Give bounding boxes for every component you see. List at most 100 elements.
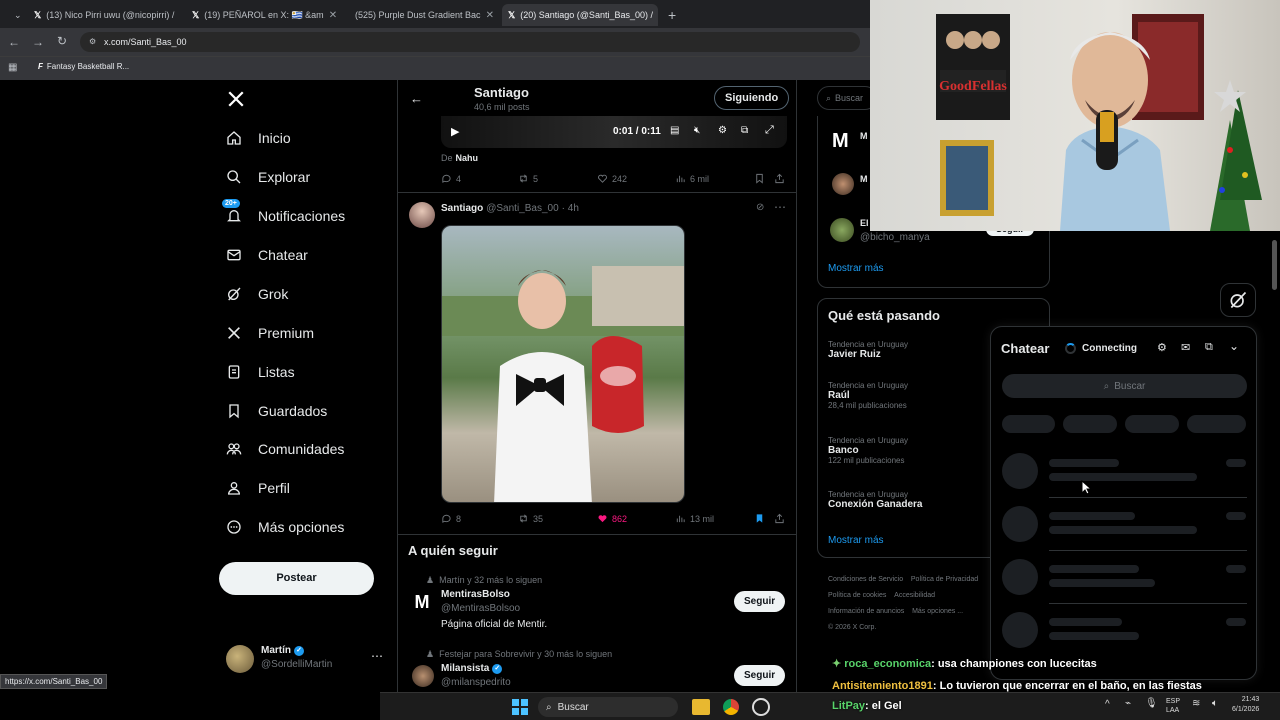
reply-button[interactable]: 8 xyxy=(441,513,461,524)
back-icon[interactable]: ← xyxy=(8,35,20,49)
apps-icon[interactable]: ▦ xyxy=(8,62,17,73)
scrollbar-thumb[interactable] xyxy=(1272,240,1277,290)
chevron-down-icon[interactable]: ⌄ xyxy=(1229,339,1239,353)
from-name[interactable]: Nahu xyxy=(456,153,479,163)
grok-button[interactable] xyxy=(1220,283,1256,317)
follow-button[interactable]: Seguir xyxy=(734,665,786,686)
avatar[interactable] xyxy=(412,665,434,687)
expand-icon[interactable]: ⧉ xyxy=(1205,341,1213,354)
nav-item-inicio[interactable]: Inicio xyxy=(226,130,291,146)
nav-item-listas[interactable]: Listas xyxy=(226,364,295,380)
browser-tab[interactable]: 𝕏(13) Nico Pirri uwu (@nicopirri) /✕ xyxy=(28,4,178,26)
new-tab-button[interactable]: + xyxy=(662,4,682,26)
nav-item-guardados[interactable]: Guardados xyxy=(226,403,327,419)
captions-icon[interactable]: ▤ xyxy=(670,125,679,136)
footer-link[interactable]: Información de anuncios xyxy=(828,608,904,615)
avatar[interactable] xyxy=(832,173,854,195)
chat-search-input[interactable]: ⌕ Buscar xyxy=(1002,374,1247,398)
mute-icon[interactable]: 🔇︎ xyxy=(694,125,700,136)
post-time[interactable]: · 4h xyxy=(562,203,579,214)
address-bar[interactable]: x.com/Santi_Bas_00 xyxy=(80,32,860,52)
trend-item[interactable]: Tendencia en Uruguay Raúl 28,4 mil publi… xyxy=(828,381,908,410)
pip-icon[interactable]: ⧉ xyxy=(741,125,748,136)
trend-item[interactable]: Tendencia en Uruguay Banco 122 mil publi… xyxy=(828,436,908,465)
chrome-icon[interactable] xyxy=(722,698,740,716)
wifi-icon[interactable]: ≋ xyxy=(1192,698,1200,709)
microphone-icon[interactable]: 🎙︎ xyxy=(1145,698,1158,709)
taskbar-search[interactable]: ⌕ Buscar xyxy=(538,697,678,717)
post-image[interactable] xyxy=(441,225,685,503)
settings-icon[interactable]: ⚙ xyxy=(1157,341,1167,354)
bookmark-icon[interactable] xyxy=(754,173,765,184)
more-icon[interactable]: ⋯ xyxy=(774,200,786,214)
play-icon[interactable]: ▶ xyxy=(451,125,459,138)
bookmark-item[interactable]: F Fantasy Basketball R... xyxy=(38,62,129,71)
avatar[interactable] xyxy=(409,202,435,228)
video-player[interactable]: ▶ 0:01 / 0:11 ▤ 🔇︎ ⚙ ⧉ ⤢ xyxy=(441,116,787,148)
nav-item-perfil[interactable]: Perfil xyxy=(226,480,290,496)
windows-start-icon[interactable] xyxy=(512,699,528,715)
nav-item-comunidades[interactable]: Comunidades xyxy=(226,441,344,457)
avatar[interactable]: M xyxy=(832,130,849,153)
network-icon[interactable]: ⌁ xyxy=(1125,698,1131,709)
follow-button[interactable]: Seguir xyxy=(734,591,786,612)
settings-icon[interactable]: ⚙ xyxy=(718,125,727,136)
footer-link[interactable]: Accesibilidad xyxy=(894,592,935,599)
views-button[interactable]: 13 mil xyxy=(675,513,714,524)
trend-item[interactable]: Tendencia en Uruguay Javier Ruiz xyxy=(828,340,908,360)
share-icon[interactable] xyxy=(774,173,785,184)
speaker-icon[interactable]: 🔈︎ xyxy=(1212,698,1218,709)
like-button[interactable]: 862 xyxy=(597,513,627,524)
avatar[interactable] xyxy=(830,218,854,242)
file-explorer-icon[interactable] xyxy=(692,699,710,715)
browser-tab-active[interactable]: 𝕏(20) Santiago (@Santi_Bas_00) /✕ xyxy=(502,4,658,26)
nav-item-premium[interactable]: Premium xyxy=(226,325,314,341)
close-icon[interactable]: ✕ xyxy=(329,10,336,21)
post-button[interactable]: Postear xyxy=(219,562,374,595)
browser-tab[interactable]: 𝕏 (19) PEÑAROL en X: 🇺🇾 &am ✕ xyxy=(186,4,336,26)
fullscreen-icon[interactable]: ⤢ xyxy=(765,124,774,137)
like-button[interactable]: 242 xyxy=(597,173,627,184)
language-indicator[interactable]: ESP LAA xyxy=(1166,697,1180,715)
footer-link[interactable]: Política de Privacidad xyxy=(911,576,978,583)
back-arrow-icon[interactable]: ← xyxy=(410,91,423,106)
account-name[interactable]: El xyxy=(860,218,869,228)
bookmark-filled-icon[interactable] xyxy=(754,513,765,524)
tab-list-button[interactable]: ⌄ xyxy=(8,4,28,26)
avatar[interactable]: M xyxy=(412,592,432,612)
nav-item-grok[interactable]: Grok xyxy=(226,286,288,302)
show-more-link[interactable]: Mostrar más xyxy=(828,535,884,546)
tray-chevron-icon[interactable]: ^ xyxy=(1105,699,1110,710)
footer-link[interactable]: Condiciones de Servicio xyxy=(828,576,903,583)
browser-tab[interactable]: (525) Purple Dust Gradient Bac ✕ xyxy=(344,4,496,26)
app-icon[interactable] xyxy=(752,698,770,716)
nav-item-explorar[interactable]: Explorar xyxy=(226,169,310,185)
site-info-icon[interactable]: ⚙ xyxy=(89,37,96,46)
x-logo-icon[interactable] xyxy=(227,90,245,108)
repost-button[interactable]: 5 xyxy=(518,173,538,184)
repost-button[interactable]: 35 xyxy=(518,513,543,524)
nav-item-mas-opciones[interactable]: Más opciones xyxy=(226,519,344,535)
search-input[interactable]: ⌕ Buscar xyxy=(817,86,877,110)
forward-icon[interactable]: → xyxy=(32,35,44,49)
account-switcher[interactable]: Martín ✓ @SordelliMartin ⋯ xyxy=(226,645,386,675)
footer-link[interactable]: Más opciones ... xyxy=(912,608,963,615)
account-name[interactable]: MentirasBolso xyxy=(441,589,510,600)
following-button[interactable]: Siguiendo xyxy=(714,86,790,110)
reply-button[interactable]: 4 xyxy=(441,173,461,184)
footer-link[interactable]: Política de cookies xyxy=(828,592,886,599)
nav-item-chatear[interactable]: Chatear xyxy=(226,247,308,263)
author-name[interactable]: Santiago xyxy=(441,203,483,214)
trend-item[interactable]: Tendencia en Uruguay Conexión Ganadera xyxy=(828,490,922,510)
close-icon[interactable]: ✕ xyxy=(486,10,494,21)
views-button[interactable]: 6 mil xyxy=(675,173,709,184)
nav-item-notificaciones[interactable]: 20+ Notificaciones xyxy=(222,199,345,224)
reload-icon[interactable]: ↻ xyxy=(57,34,67,48)
new-message-icon[interactable]: ✉ xyxy=(1181,341,1190,354)
account-name[interactable]: Milansista xyxy=(441,663,489,674)
clock[interactable]: 21:43 6/1/2026 xyxy=(1232,695,1259,715)
grok-icon[interactable]: ⊘ xyxy=(756,202,764,213)
more-icon[interactable]: ⋯ xyxy=(371,649,383,663)
show-more-link[interactable]: Mostrar más xyxy=(828,263,884,274)
share-icon[interactable] xyxy=(774,513,785,524)
